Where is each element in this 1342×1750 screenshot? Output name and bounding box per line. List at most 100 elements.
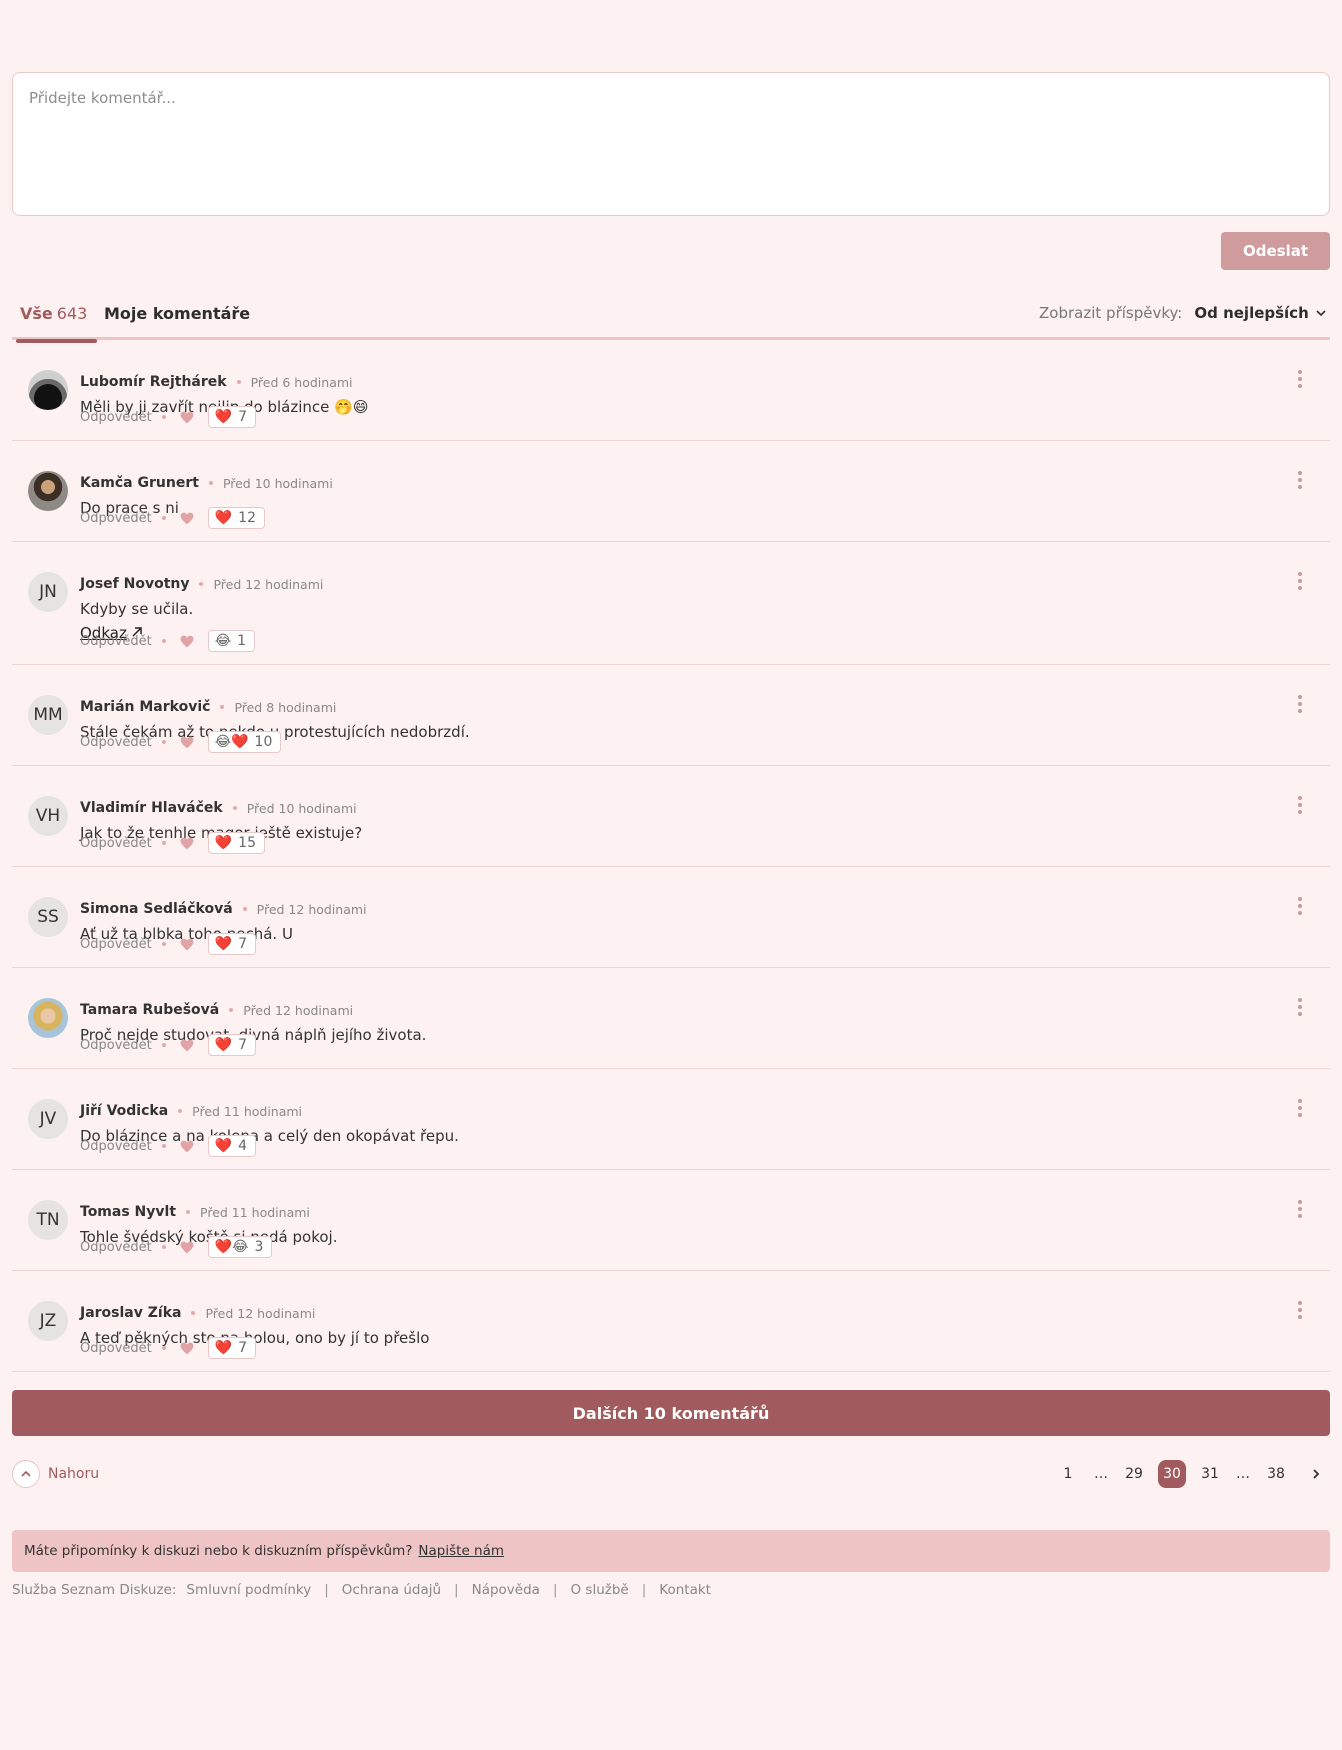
reply-button[interactable]: Odpovědět: [80, 1341, 152, 1356]
footer-separator: |: [641, 1582, 647, 1598]
comment-input[interactable]: [29, 89, 1313, 199]
chevron-up-icon: [12, 1460, 40, 1488]
comment-author[interactable]: Tamara Rubešová: [80, 1002, 219, 1018]
like-heart-icon[interactable]: [180, 411, 194, 424]
reply-button[interactable]: Odpovědět: [80, 836, 152, 851]
more-options-icon[interactable]: [1298, 695, 1302, 713]
chevron-right-icon[interactable]: [1302, 1460, 1330, 1488]
like-heart-icon[interactable]: [180, 635, 194, 648]
avatar[interactable]: JN: [28, 572, 68, 612]
page-link[interactable]: 38: [1262, 1460, 1290, 1488]
footer-link[interactable]: O službě: [571, 1582, 629, 1598]
avatar[interactable]: VH: [28, 796, 68, 836]
more-options-icon[interactable]: [1298, 370, 1302, 388]
reaction-badge[interactable]: ❤️😂 3: [207, 1236, 273, 1258]
comment-author[interactable]: Jaroslav Zíka: [80, 1305, 181, 1321]
like-heart-icon[interactable]: [180, 736, 194, 749]
like-heart-icon[interactable]: [180, 1342, 194, 1355]
reaction-emoji-icon: ❤️: [214, 409, 233, 425]
more-options-icon[interactable]: [1298, 796, 1302, 814]
comment-author[interactable]: Simona Sedláčková: [80, 901, 233, 917]
comment-author[interactable]: Kamča Grunert: [80, 475, 199, 491]
reply-button[interactable]: Odpovědět: [80, 735, 152, 750]
footer-link[interactable]: Smluvní podmínky: [186, 1582, 311, 1598]
comment-composer[interactable]: [12, 72, 1330, 216]
like-heart-icon[interactable]: [180, 938, 194, 951]
reaction-badge[interactable]: 😂 1: [207, 630, 256, 652]
like-heart-icon[interactable]: [180, 837, 194, 850]
sort-dropdown[interactable]: Od nejlepších: [1194, 304, 1326, 322]
comment-meta: Kamča Grunert Před 10 hodinami: [80, 475, 333, 491]
sort-value: Od nejlepších: [1194, 304, 1309, 322]
like-heart-icon[interactable]: [180, 1039, 194, 1052]
reaction-badge[interactable]: ❤️ 7: [207, 1337, 257, 1359]
reply-button[interactable]: Odpovědět: [80, 634, 152, 649]
tab-my-comments[interactable]: Moje komentáře: [104, 304, 250, 340]
separator-dot: [161, 740, 166, 744]
load-more-button[interactable]: Dalších 10 komentářů: [12, 1390, 1330, 1436]
footer-link[interactable]: Nápověda: [472, 1582, 540, 1598]
tab-all[interactable]: Vše 643: [16, 304, 98, 343]
reaction-badge[interactable]: ❤️ 12: [207, 507, 265, 529]
separator-dot: [208, 481, 213, 485]
more-options-icon[interactable]: [1298, 572, 1302, 590]
reaction-badge[interactable]: 😂❤️ 10: [207, 731, 282, 753]
reaction-badge[interactable]: ❤️ 4: [207, 1135, 257, 1157]
reply-button[interactable]: Odpovědět: [80, 1240, 152, 1255]
like-heart-icon[interactable]: [180, 1140, 194, 1153]
avatar[interactable]: MM: [28, 695, 68, 735]
avatar[interactable]: JV: [28, 1099, 68, 1139]
footer-separator: |: [454, 1582, 459, 1598]
send-button[interactable]: Odeslat: [1221, 232, 1330, 270]
avatar[interactable]: TN: [28, 1200, 68, 1240]
comment-item: Lubomír Rejthárek Před 6 hodinami Měli by …: [12, 340, 1330, 441]
more-options-icon[interactable]: [1298, 471, 1302, 489]
back-to-top-label: Nahoru: [48, 1466, 100, 1482]
comment-item: JN Josef Novotny Před 12 hodinami Kdyby se …: [12, 542, 1330, 665]
comment-author[interactable]: Josef Novotny: [80, 576, 189, 592]
avatar[interactable]: [28, 998, 68, 1038]
feedback-link[interactable]: Napište nám: [418, 1543, 504, 1559]
comment-author[interactable]: Marián Markovič: [80, 699, 210, 715]
comment-meta: Tomas Nyvlt Před 11 hodinami: [80, 1204, 310, 1220]
more-options-icon[interactable]: [1298, 998, 1302, 1016]
reply-button[interactable]: Odpovědět: [80, 1139, 152, 1154]
like-heart-icon[interactable]: [180, 1241, 194, 1254]
avatar[interactable]: SS: [28, 897, 68, 937]
reaction-count: 7: [238, 1037, 248, 1053]
more-options-icon[interactable]: [1298, 1200, 1302, 1218]
reply-button[interactable]: Odpovědět: [80, 937, 152, 952]
comment-meta: Marián Markovič Před 8 hodinami: [80, 699, 336, 715]
reaction-badge[interactable]: ❤️ 7: [207, 933, 257, 955]
page-link[interactable]: 30: [1158, 1460, 1186, 1488]
page-link[interactable]: 29: [1120, 1460, 1148, 1488]
sort-control: Zobrazit příspěvky: Od nejlepších: [1039, 304, 1326, 322]
comment-author[interactable]: Vladimír Hlaváček: [80, 800, 223, 816]
reaction-badge[interactable]: ❤️ 15: [207, 832, 265, 854]
comment-author[interactable]: Tomas Nyvlt: [80, 1204, 176, 1220]
footer-link[interactable]: Kontakt: [659, 1582, 711, 1598]
more-options-icon[interactable]: [1298, 1099, 1302, 1117]
more-options-icon[interactable]: [1298, 1301, 1302, 1319]
separator-dot: [199, 582, 204, 586]
reply-button[interactable]: Odpovědět: [80, 1038, 152, 1053]
comment-time: Před 6 hodinami: [250, 374, 353, 390]
reaction-badge[interactable]: ❤️ 7: [207, 1034, 257, 1056]
avatar[interactable]: JZ: [28, 1301, 68, 1341]
comment-author[interactable]: Jiří Vodicka: [80, 1103, 168, 1119]
like-heart-icon[interactable]: [180, 512, 194, 525]
more-options-icon[interactable]: [1298, 897, 1302, 915]
reaction-badge[interactable]: ❤️ 7: [207, 406, 257, 428]
comment-meta: Jiří Vodicka Před 11 hodinami: [80, 1103, 302, 1119]
page-link[interactable]: 1: [1054, 1460, 1082, 1488]
comment-author[interactable]: Lubomír Rejthárek: [80, 374, 227, 390]
avatar[interactable]: [28, 471, 68, 511]
back-to-top-link[interactable]: Nahoru: [12, 1460, 99, 1488]
footer-link[interactable]: Ochrana údajů: [342, 1582, 441, 1598]
footer-separator: |: [552, 1582, 558, 1598]
reply-button[interactable]: Odpovědět: [80, 410, 152, 425]
separator-dot: [161, 516, 166, 520]
reply-button[interactable]: Odpovědět: [80, 511, 152, 526]
page-link[interactable]: 31: [1196, 1460, 1224, 1488]
avatar[interactable]: [28, 370, 68, 410]
